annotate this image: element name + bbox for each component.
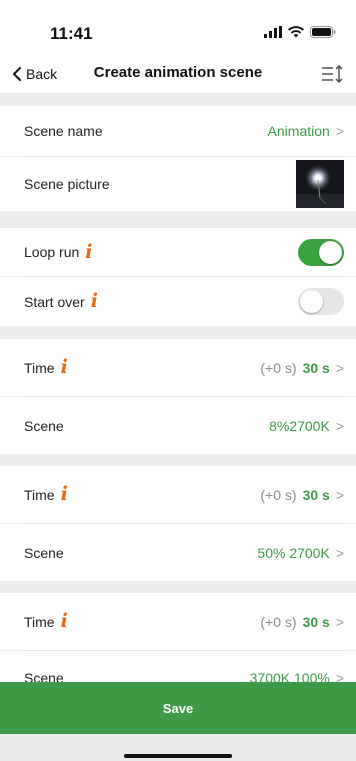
start-over-label: Start over: [24, 293, 85, 310]
loop-run-row: Loop run i: [0, 228, 356, 276]
status-icons: [264, 26, 336, 38]
chevron-right-icon: >: [335, 123, 344, 139]
scene-label: Scene: [24, 544, 64, 561]
time-offset: (+0 s): [260, 613, 297, 630]
info-icon[interactable]: i: [91, 292, 98, 311]
info-icon[interactable]: i: [61, 358, 68, 377]
page-title: Create animation scene: [93, 64, 263, 81]
section-gap: [0, 454, 356, 466]
section-gap: [0, 211, 356, 228]
step-time-row[interactable]: Time i (+0 s) 30 s >: [0, 593, 356, 650]
scene-picture-thumbnail[interactable]: [296, 160, 344, 208]
save-button[interactable]: Save: [0, 682, 356, 734]
time-label: Time: [24, 359, 55, 376]
step-scene-row[interactable]: Scene 8%2700K >: [0, 397, 356, 454]
signal-icon: [264, 26, 282, 38]
section-gap: [0, 326, 356, 339]
scene-picture-row[interactable]: Scene picture: [0, 157, 356, 211]
home-indicator[interactable]: [124, 754, 232, 758]
time-label: Time: [24, 486, 55, 503]
scene-value: 8%2700K: [269, 417, 330, 434]
sort-icon[interactable]: [320, 62, 344, 86]
time-label: Time: [24, 613, 55, 630]
time-duration: 30 s: [302, 486, 330, 503]
time-offset: (+0 s): [260, 486, 297, 503]
loop-run-toggle[interactable]: [298, 238, 344, 266]
loop-run-label: Loop run: [24, 244, 80, 260]
start-over-row: Start over i: [0, 277, 356, 326]
scene-picture-label: Scene picture: [24, 176, 110, 192]
step-scene-row[interactable]: Scene 50% 2700K >: [0, 524, 356, 581]
info-icon[interactable]: i: [85, 242, 92, 262]
scene-name-label: Scene name: [24, 123, 103, 139]
step-time-row[interactable]: Time i (+0 s) 30 s >: [0, 466, 356, 523]
chevron-right-icon: >: [335, 544, 344, 561]
lamp-image-icon: [296, 160, 344, 208]
wifi-icon: [288, 26, 304, 38]
time-duration: 30 s: [302, 613, 330, 630]
step-time-row[interactable]: Time i (+0 s) 30 s >: [0, 339, 356, 396]
scene-name-row[interactable]: Scene name Animation >: [0, 106, 356, 156]
chevron-right-icon: >: [335, 613, 344, 630]
info-icon[interactable]: i: [61, 612, 68, 631]
status-time: 11:41: [50, 24, 93, 43]
start-over-toggle[interactable]: [298, 288, 344, 315]
battery-icon: [310, 26, 336, 38]
chevron-right-icon: >: [335, 359, 344, 376]
time-duration: 30 s: [302, 359, 330, 376]
chevron-right-icon: >: [335, 417, 344, 434]
chevron-right-icon: >: [335, 486, 344, 503]
scene-name-value: Animation: [267, 123, 330, 139]
section-gap: [0, 581, 356, 593]
status-bar: 11:41: [0, 0, 356, 54]
navigation-bar: Back Create animation scene: [0, 54, 356, 94]
time-offset: (+0 s): [260, 359, 297, 376]
info-icon[interactable]: i: [61, 485, 68, 504]
scene-label: Scene: [24, 417, 64, 434]
section-gap: [0, 94, 356, 106]
scene-value: 50% 2700K: [257, 544, 330, 561]
